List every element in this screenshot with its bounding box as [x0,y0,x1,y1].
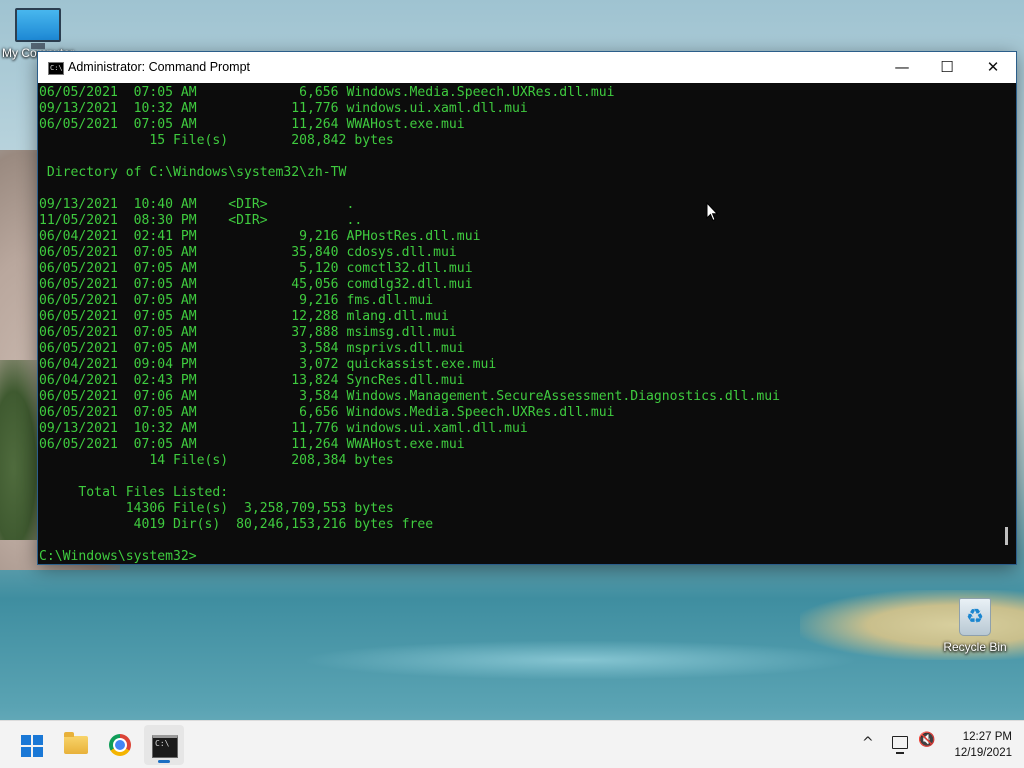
console-line: 4019 Dir(s) 80,246,153,216 bytes free [39,517,434,532]
maximize-button[interactable]: ☐ [924,52,970,83]
console-line: Directory of C:\Windows\system32\zh-TW [39,165,347,180]
console-line: 09/13/2021 10:40 AM <DIR> . [39,197,355,212]
console-line: 06/05/2021 07:05 AM 12,288 mlang.dll.mui [39,309,449,324]
recycle-bin-icon: ♻ [959,598,991,636]
command-prompt-icon: C:\ [48,62,64,75]
window-title: Administrator: Command Prompt [68,60,251,74]
console-line: 06/05/2021 07:05 AM 6,656 Windows.Media.… [39,405,615,420]
command-prompt-taskbar-button[interactable]: C:\ [144,725,184,765]
console-output[interactable]: 06/05/2021 07:05 AM 6,656 Windows.Media.… [38,83,998,564]
file-explorer-button[interactable] [56,725,96,765]
clock-date: 12/19/2021 [954,747,1012,759]
console-line: 09/13/2021 10:32 AM 11,776 windows.ui.xa… [39,101,528,116]
console-line: 06/05/2021 07:05 AM 37,888 msimsg.dll.mu… [39,325,457,340]
console-line: 06/04/2021 09:04 PM 3,072 quickassist.ex… [39,357,497,372]
console-line: 06/05/2021 07:05 AM 11,264 WWAHost.exe.m… [39,117,465,132]
console-line: 14306 File(s) 3,258,709,553 bytes [39,501,394,516]
console-line: 06/05/2021 07:05 AM 35,840 cdosys.dll.mu… [39,245,457,260]
computer-icon [15,8,61,49]
console-line: 06/05/2021 07:05 AM 11,264 WWAHost.exe.m… [39,437,465,452]
console-line: 09/13/2021 10:32 AM 11,776 windows.ui.xa… [39,421,528,436]
show-hidden-icons-chevron-icon[interactable]: ^ [862,735,874,751]
volume-muted-icon[interactable]: 🔇 [918,732,935,748]
desktop-icon-label: Recycle Bin [943,640,1007,654]
console-line: 06/05/2021 07:06 AM 3,584 Windows.Manage… [39,389,781,404]
clock[interactable]: 12:27 PM 12/19/2021 [940,729,1012,761]
file-explorer-icon [64,732,88,754]
console-line: 06/04/2021 02:43 PM 13,824 SyncRes.dll.m… [39,373,465,388]
mouse-pointer-icon [706,202,718,222]
console-line: 11/05/2021 08:30 PM <DIR> .. [39,213,363,228]
chrome-button[interactable] [100,725,140,765]
close-button[interactable]: ✕ [970,52,1016,83]
command-prompt-window[interactable]: C:\ Administrator: Command Prompt — ☐ ✕ … [38,52,1016,564]
console-line: 06/05/2021 07:05 AM 3,584 msprivs.dll.mu… [39,341,465,356]
console-line: C:\Windows\system32> [39,549,197,564]
scrollbar-thumb[interactable] [1005,527,1008,545]
console-line: 06/05/2021 07:05 AM 45,056 comdlg32.dll.… [39,277,473,292]
clock-time: 12:27 PM [962,731,1012,743]
console-scrollbar[interactable] [998,83,1016,564]
desktop-icon-recycle-bin[interactable]: ♻ Recycle Bin [937,598,1013,654]
console-line: 06/05/2021 07:05 AM 9,216 fms.dll.mui [39,293,434,308]
console-line: 06/05/2021 07:05 AM 6,656 Windows.Media.… [39,85,615,100]
console-line: 14 File(s) 208,384 bytes [39,453,394,468]
start-icon [21,735,43,757]
console-line: 06/05/2021 07:05 AM 5,120 comctl32.dll.m… [39,261,473,276]
desktop: My Computer ♻ Recycle Bin C:\ Administra… [0,0,1024,768]
minimize-button[interactable]: — [879,52,925,83]
background-water [300,640,860,680]
chrome-icon [109,734,131,756]
console-line: 15 File(s) 208,842 bytes [39,133,394,148]
window-titlebar[interactable]: C:\ Administrator: Command Prompt — ☐ ✕ [38,52,1016,83]
console-line: Total Files Listed: [39,485,229,500]
network-icon[interactable] [892,736,908,754]
start-button[interactable] [12,725,52,765]
taskbar: C:\ ^ 🔇 12:27 PM 12/19/2021 [0,720,1024,768]
console-line: 06/04/2021 02:41 PM 9,216 APHostRes.dll.… [39,229,481,244]
command-prompt-icon: C:\ [152,735,178,758]
